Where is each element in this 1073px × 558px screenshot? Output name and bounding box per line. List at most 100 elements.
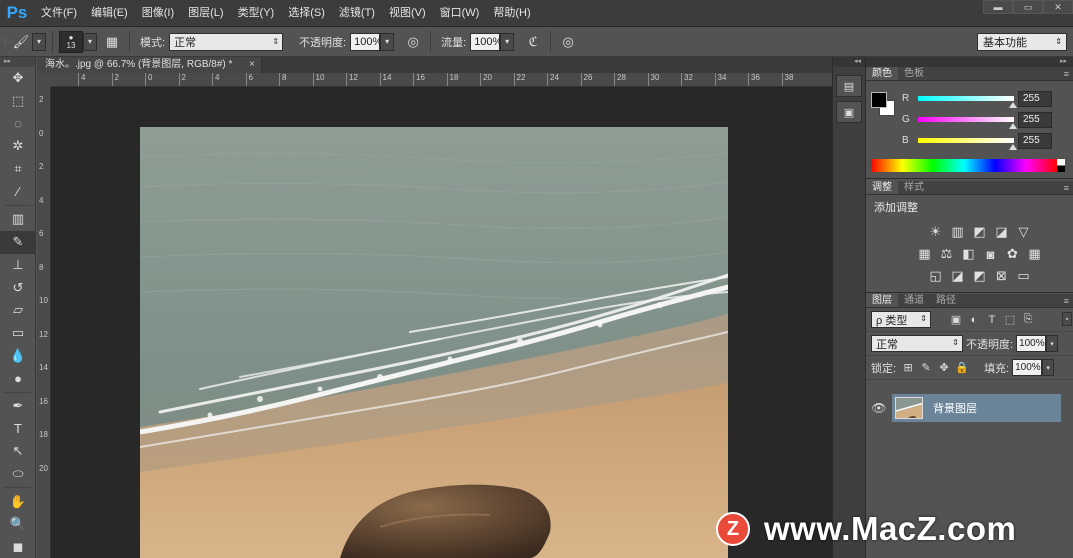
menu-type[interactable]: 类型(Y) xyxy=(231,0,282,27)
opacity-input[interactable]: 100% xyxy=(350,32,382,51)
tool-preset-dropdown[interactable]: ▾ xyxy=(32,32,46,51)
healing-brush-tool-icon[interactable]: ▥ xyxy=(0,208,36,231)
curves-icon[interactable]: ◩ xyxy=(971,223,989,241)
history-brush-tool-icon[interactable]: ↺ xyxy=(0,276,36,299)
collapse-icon[interactable]: ◂◂ xyxy=(833,57,865,67)
dodge-tool-icon[interactable]: ● xyxy=(0,367,36,390)
color-spectrum-bar[interactable] xyxy=(871,159,1057,172)
tab-swatches[interactable]: 色板 xyxy=(898,67,930,80)
red-slider[interactable] xyxy=(918,96,1014,101)
horizontal-ruler[interactable]: 4 2 0 2 4 6 8 10 12 14 16 18 20 22 24 26 28 30 32 34 36 38 xyxy=(51,73,832,87)
filter-pixel-icon[interactable]: ▣ xyxy=(947,312,965,328)
close-icon[interactable]: × xyxy=(249,57,255,73)
hue-saturation-icon[interactable]: ▦ xyxy=(916,245,934,263)
lock-position-icon[interactable]: ✥ xyxy=(935,360,953,376)
layer-opacity-dropdown[interactable]: ▾ xyxy=(1046,335,1059,352)
eraser-tool-icon[interactable]: ▱ xyxy=(0,299,36,322)
tab-paths[interactable]: 路径 xyxy=(930,294,962,307)
menu-view[interactable]: 视图(V) xyxy=(382,0,433,27)
levels-icon[interactable]: ▥ xyxy=(949,223,967,241)
brush-preset-dropdown[interactable]: ▾ xyxy=(83,32,97,51)
menu-file[interactable]: 文件(F) xyxy=(34,0,84,27)
gradient-map-icon[interactable]: ▭ xyxy=(1015,267,1033,285)
blend-mode-select[interactable]: 正常 ⇕ xyxy=(871,335,963,352)
brush-panel-icon[interactable]: ▦ xyxy=(101,31,123,53)
tab-layers[interactable]: 图层 xyxy=(866,294,898,307)
layer-opacity-input[interactable]: 100% xyxy=(1016,335,1047,352)
filter-smart-object-icon[interactable]: ⎘ xyxy=(1019,312,1037,328)
tab-color[interactable]: 颜色 xyxy=(866,67,898,80)
tab-channels[interactable]: 通道 xyxy=(898,294,930,307)
panel-menu-icon[interactable]: ≡ xyxy=(1064,294,1069,308)
ellipse-tool-icon[interactable]: ⬭ xyxy=(0,463,36,486)
tab-adjustments[interactable]: 调整 xyxy=(866,181,898,194)
pressure-size-icon[interactable]: ◎ xyxy=(557,31,579,53)
menu-filter[interactable]: 滤镜(T) xyxy=(332,0,382,27)
posterize-icon[interactable]: ◪ xyxy=(949,267,967,285)
vertical-ruler[interactable]: 2 0 2 4 6 8 10 12 14 16 18 20 xyxy=(37,87,51,558)
blue-slider-thumb[interactable] xyxy=(1009,144,1017,150)
menu-layer[interactable]: 图层(L) xyxy=(181,0,230,27)
airbrush-icon[interactable]: ℭ xyxy=(522,31,544,53)
filter-type-icon[interactable]: T xyxy=(983,312,1001,328)
layer-row[interactable]: 👁 背景图层 xyxy=(866,394,1073,422)
channel-mixer-icon[interactable]: ✿ xyxy=(1004,245,1022,263)
tab-styles[interactable]: 样式 xyxy=(898,181,930,194)
foreground-background-swatch[interactable]: ◼ xyxy=(0,536,36,558)
eyedropper-tool-icon[interactable]: ⁄ xyxy=(0,180,36,203)
type-tool-icon[interactable]: T xyxy=(0,417,36,440)
selective-color-icon[interactable]: ⊠ xyxy=(993,267,1011,285)
fill-input[interactable]: 100% xyxy=(1012,359,1043,376)
layer-filter-select[interactable]: ρ 类型 ⇕ xyxy=(871,311,931,328)
document-tab[interactable]: 海水。.jpg @ 66.7% (背景图层, RGB/8#) * × xyxy=(37,57,262,73)
lock-image-icon[interactable]: ✎ xyxy=(917,360,935,376)
properties-panel-icon[interactable]: ▣ xyxy=(836,101,862,123)
green-value-input[interactable]: 255 xyxy=(1018,112,1052,128)
blue-value-input[interactable]: 255 xyxy=(1018,133,1052,149)
panel-menu-icon[interactable]: ≡ xyxy=(1064,181,1069,195)
blue-slider[interactable] xyxy=(918,138,1014,143)
menu-image[interactable]: 图像(I) xyxy=(135,0,181,27)
invert-icon[interactable]: ◱ xyxy=(927,267,945,285)
filter-adjustment-icon[interactable]: ◐ xyxy=(965,312,983,328)
close-button[interactable]: ✕ xyxy=(1043,0,1073,14)
brush-preset-picker[interactable]: ● 13 xyxy=(59,30,83,53)
fill-dropdown[interactable]: ▾ xyxy=(1042,359,1055,376)
brush-tool-icon[interactable]: 🖌 xyxy=(10,31,32,53)
pressure-opacity-icon[interactable]: ◎ xyxy=(402,31,424,53)
marquee-tool-icon[interactable]: ⬚ xyxy=(0,90,36,113)
workspace-select[interactable]: 基本功能 ⇕ xyxy=(977,33,1067,51)
filter-toggle[interactable]: ▪ xyxy=(1062,312,1072,326)
flow-dropdown[interactable]: ▾ xyxy=(500,32,515,51)
ruler-origin[interactable] xyxy=(37,73,51,87)
brightness-contrast-icon[interactable]: ☀ xyxy=(927,223,945,241)
gradient-tool-icon[interactable]: ▭ xyxy=(0,322,36,345)
document-image[interactable] xyxy=(140,127,728,558)
canvas-area[interactable] xyxy=(51,87,832,558)
layer-selection[interactable]: 背景图层 xyxy=(892,394,1061,422)
menu-window[interactable]: 窗口(W) xyxy=(433,0,487,27)
exposure-icon[interactable]: ◪ xyxy=(993,223,1011,241)
eye-icon[interactable]: 👁 xyxy=(866,401,892,415)
menu-help[interactable]: 帮助(H) xyxy=(486,0,537,27)
flow-input[interactable]: 100% xyxy=(470,32,502,51)
panel-dock-grip[interactable]: ▸▸ xyxy=(866,57,1073,67)
history-panel-icon[interactable]: ▤ xyxy=(836,75,862,97)
opacity-dropdown[interactable]: ▾ xyxy=(380,32,395,51)
menu-edit[interactable]: 编辑(E) xyxy=(84,0,135,27)
panel-menu-icon[interactable]: ≡ xyxy=(1064,67,1069,81)
filter-shape-icon[interactable]: ⬚ xyxy=(1001,312,1019,328)
magic-wand-tool-icon[interactable]: ✲ xyxy=(0,135,36,158)
lock-transparent-icon[interactable]: ⊞ xyxy=(899,360,917,376)
color-balance-icon[interactable]: ⚖ xyxy=(938,245,956,263)
black-white-icon[interactable]: ◧ xyxy=(960,245,978,263)
hand-tool-icon[interactable]: ✋ xyxy=(0,490,36,513)
blur-tool-icon[interactable]: 💧 xyxy=(0,344,36,367)
red-value-input[interactable]: 255 xyxy=(1018,91,1052,107)
pen-tool-icon[interactable]: ✒ xyxy=(0,395,36,418)
black-white-swatch[interactable] xyxy=(1057,159,1065,172)
toolbox-grip[interactable]: ▸▸ xyxy=(0,57,35,67)
clone-stamp-tool-icon[interactable]: ⊥ xyxy=(0,254,36,277)
restore-button[interactable]: ▭ xyxy=(1013,0,1043,14)
photo-filter-icon[interactable]: ◙ xyxy=(982,245,1000,263)
